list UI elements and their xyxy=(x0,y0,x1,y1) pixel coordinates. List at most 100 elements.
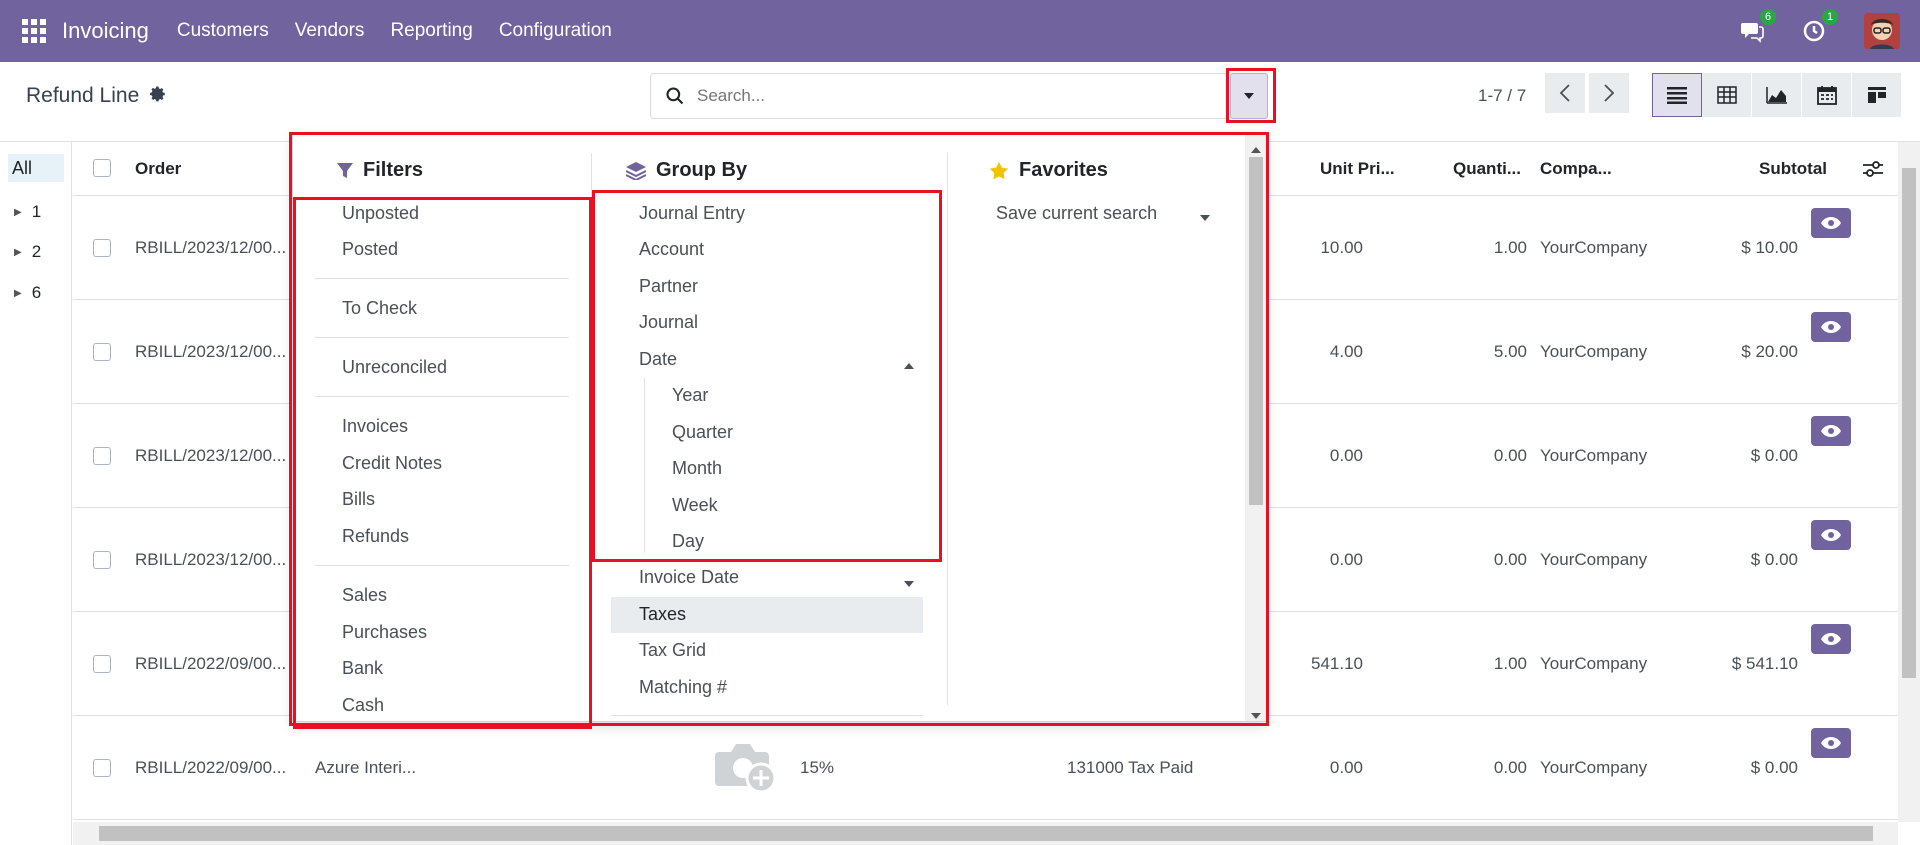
menu-configuration[interactable]: Configuration xyxy=(499,20,612,42)
pager-previous[interactable] xyxy=(1545,73,1585,113)
view-row-button[interactable] xyxy=(1811,520,1851,550)
cell-subtotal: $ 0.00 xyxy=(1750,758,1798,777)
filter-item[interactable]: Purchases xyxy=(342,622,427,643)
group-by-invoice-date[interactable]: Invoice Date xyxy=(639,567,739,588)
search-input[interactable] xyxy=(697,86,1117,106)
group-by-item[interactable]: Taxes xyxy=(639,604,686,625)
group-by-date[interactable]: Date xyxy=(639,349,677,370)
date-option[interactable]: Day xyxy=(672,531,704,552)
group-item-label: 2 xyxy=(31,242,42,261)
save-current-search[interactable]: Save current search xyxy=(996,203,1157,224)
header-quantity[interactable]: Quanti... xyxy=(1453,159,1521,179)
group-item[interactable]: ▶ 2 xyxy=(14,242,41,262)
row-checkbox[interactable] xyxy=(93,239,111,257)
cell-subtotal: $ 20.00 xyxy=(1741,342,1798,361)
area-chart-icon xyxy=(1765,87,1787,104)
vertical-scrollbar-thumb[interactable] xyxy=(1902,168,1916,678)
header-subtotal[interactable]: Subtotal xyxy=(1759,159,1827,179)
page-title-text: Refund Line xyxy=(26,84,140,107)
messages-button[interactable]: 6 xyxy=(1740,9,1776,43)
dropdown-scrollbar[interactable] xyxy=(1245,135,1267,721)
filter-item[interactable]: Credit Notes xyxy=(342,453,442,474)
caret-down-icon[interactable] xyxy=(1199,209,1211,227)
horizontal-scrollbar-thumb[interactable] xyxy=(99,826,1873,841)
apps-menu-icon[interactable] xyxy=(22,19,46,43)
filter-item[interactable]: Sales xyxy=(342,585,387,606)
view-row-button[interactable] xyxy=(1811,208,1851,238)
control-panel: Refund Line 1-7 / 7 xyxy=(0,62,1920,142)
filter-item[interactable]: Bank xyxy=(342,658,383,679)
group-by-title: Group By xyxy=(656,159,748,181)
gear-icon[interactable] xyxy=(149,85,167,108)
filter-item[interactable]: To Check xyxy=(342,298,417,319)
cell-unit-price: 10.00 xyxy=(1320,238,1363,257)
view-row-button[interactable] xyxy=(1811,416,1851,446)
vertical-scrollbar[interactable] xyxy=(1898,142,1920,822)
cell-quantity: 0.00 xyxy=(1493,758,1527,777)
funnel-icon xyxy=(337,162,353,179)
group-by-item[interactable]: Journal Entry xyxy=(639,203,745,224)
row-checkbox[interactable] xyxy=(93,343,111,361)
favorites-title: Favorites xyxy=(1019,159,1108,181)
group-by-item[interactable]: Matching # xyxy=(639,677,727,698)
activities-button[interactable]: 1 xyxy=(1802,9,1838,43)
date-option[interactable]: Month xyxy=(672,458,722,479)
pivot-view-button[interactable] xyxy=(1702,73,1752,117)
view-row-button[interactable] xyxy=(1811,728,1851,758)
app-name[interactable]: Invoicing xyxy=(62,18,149,44)
row-checkbox[interactable] xyxy=(93,655,111,673)
calendar-view-button[interactable] xyxy=(1802,73,1852,117)
filter-item[interactable]: Cash xyxy=(342,695,384,716)
group-item[interactable]: ▶ 6 xyxy=(14,283,41,303)
view-row-button[interactable] xyxy=(1811,624,1851,654)
date-option[interactable]: Quarter xyxy=(672,422,733,443)
graph-view-button[interactable] xyxy=(1752,73,1802,117)
view-row-button[interactable] xyxy=(1811,312,1851,342)
date-option[interactable]: Week xyxy=(672,495,718,516)
filter-item[interactable]: Bills xyxy=(342,489,375,510)
group-by-item[interactable]: Journal xyxy=(639,312,698,333)
header-unit-price[interactable]: Unit Pri... xyxy=(1320,159,1395,179)
search-box[interactable] xyxy=(650,73,1228,119)
menu-vendors[interactable]: Vendors xyxy=(295,20,365,42)
header-company[interactable]: Compa... xyxy=(1540,159,1612,179)
optional-columns-toggle[interactable] xyxy=(1863,160,1883,183)
group-by-item[interactable]: Account xyxy=(639,239,704,260)
horizontal-scrollbar[interactable] xyxy=(73,822,1898,845)
column-divider xyxy=(947,153,948,705)
favorites-header: Favorites xyxy=(989,159,1108,182)
menu-reporting[interactable]: Reporting xyxy=(390,20,472,42)
pager-value[interactable]: 1-7 / 7 xyxy=(1478,86,1526,106)
cell-company: YourCompany xyxy=(1540,446,1648,465)
dropdown-scrollbar-thumb[interactable] xyxy=(1249,157,1263,505)
list-view-button[interactable] xyxy=(1652,73,1702,117)
group-item-label: 6 xyxy=(31,283,42,302)
menu-customers[interactable]: Customers xyxy=(177,20,269,42)
user-avatar[interactable] xyxy=(1864,13,1900,49)
pager-next[interactable] xyxy=(1589,73,1629,113)
caret-down-icon[interactable] xyxy=(903,575,915,593)
search-options-dropdown: Filters Unposted Posted To Check Unrecon… xyxy=(292,134,1267,722)
filter-item[interactable]: Refunds xyxy=(342,526,409,547)
scroll-down-arrow-icon[interactable] xyxy=(1250,707,1262,725)
cell-unit-price: 0.00 xyxy=(1329,550,1363,569)
row-checkbox[interactable] xyxy=(93,551,111,569)
table-row[interactable]: RBILL/2022/09/00... Azure Interi... 15% … xyxy=(73,716,1898,820)
row-checkbox[interactable] xyxy=(93,447,111,465)
filter-item[interactable]: Invoices xyxy=(342,416,408,437)
filter-item[interactable]: Unposted xyxy=(342,203,419,224)
kanban-view-button[interactable] xyxy=(1852,73,1902,117)
header-order[interactable]: Order xyxy=(135,159,181,179)
filter-item[interactable]: Posted xyxy=(342,239,398,260)
filter-item[interactable]: Unreconciled xyxy=(342,357,447,378)
caret-up-icon[interactable] xyxy=(903,357,915,375)
eye-icon xyxy=(1821,425,1841,437)
row-checkbox[interactable] xyxy=(93,759,111,777)
select-all-checkbox[interactable] xyxy=(93,159,111,177)
group-by-item[interactable]: Tax Grid xyxy=(639,640,706,661)
group-item[interactable]: ▶ 1 xyxy=(14,202,41,222)
date-option[interactable]: Year xyxy=(672,385,708,406)
filter-separator xyxy=(315,337,569,338)
group-all[interactable]: All xyxy=(8,154,64,182)
group-by-item[interactable]: Partner xyxy=(639,276,698,297)
